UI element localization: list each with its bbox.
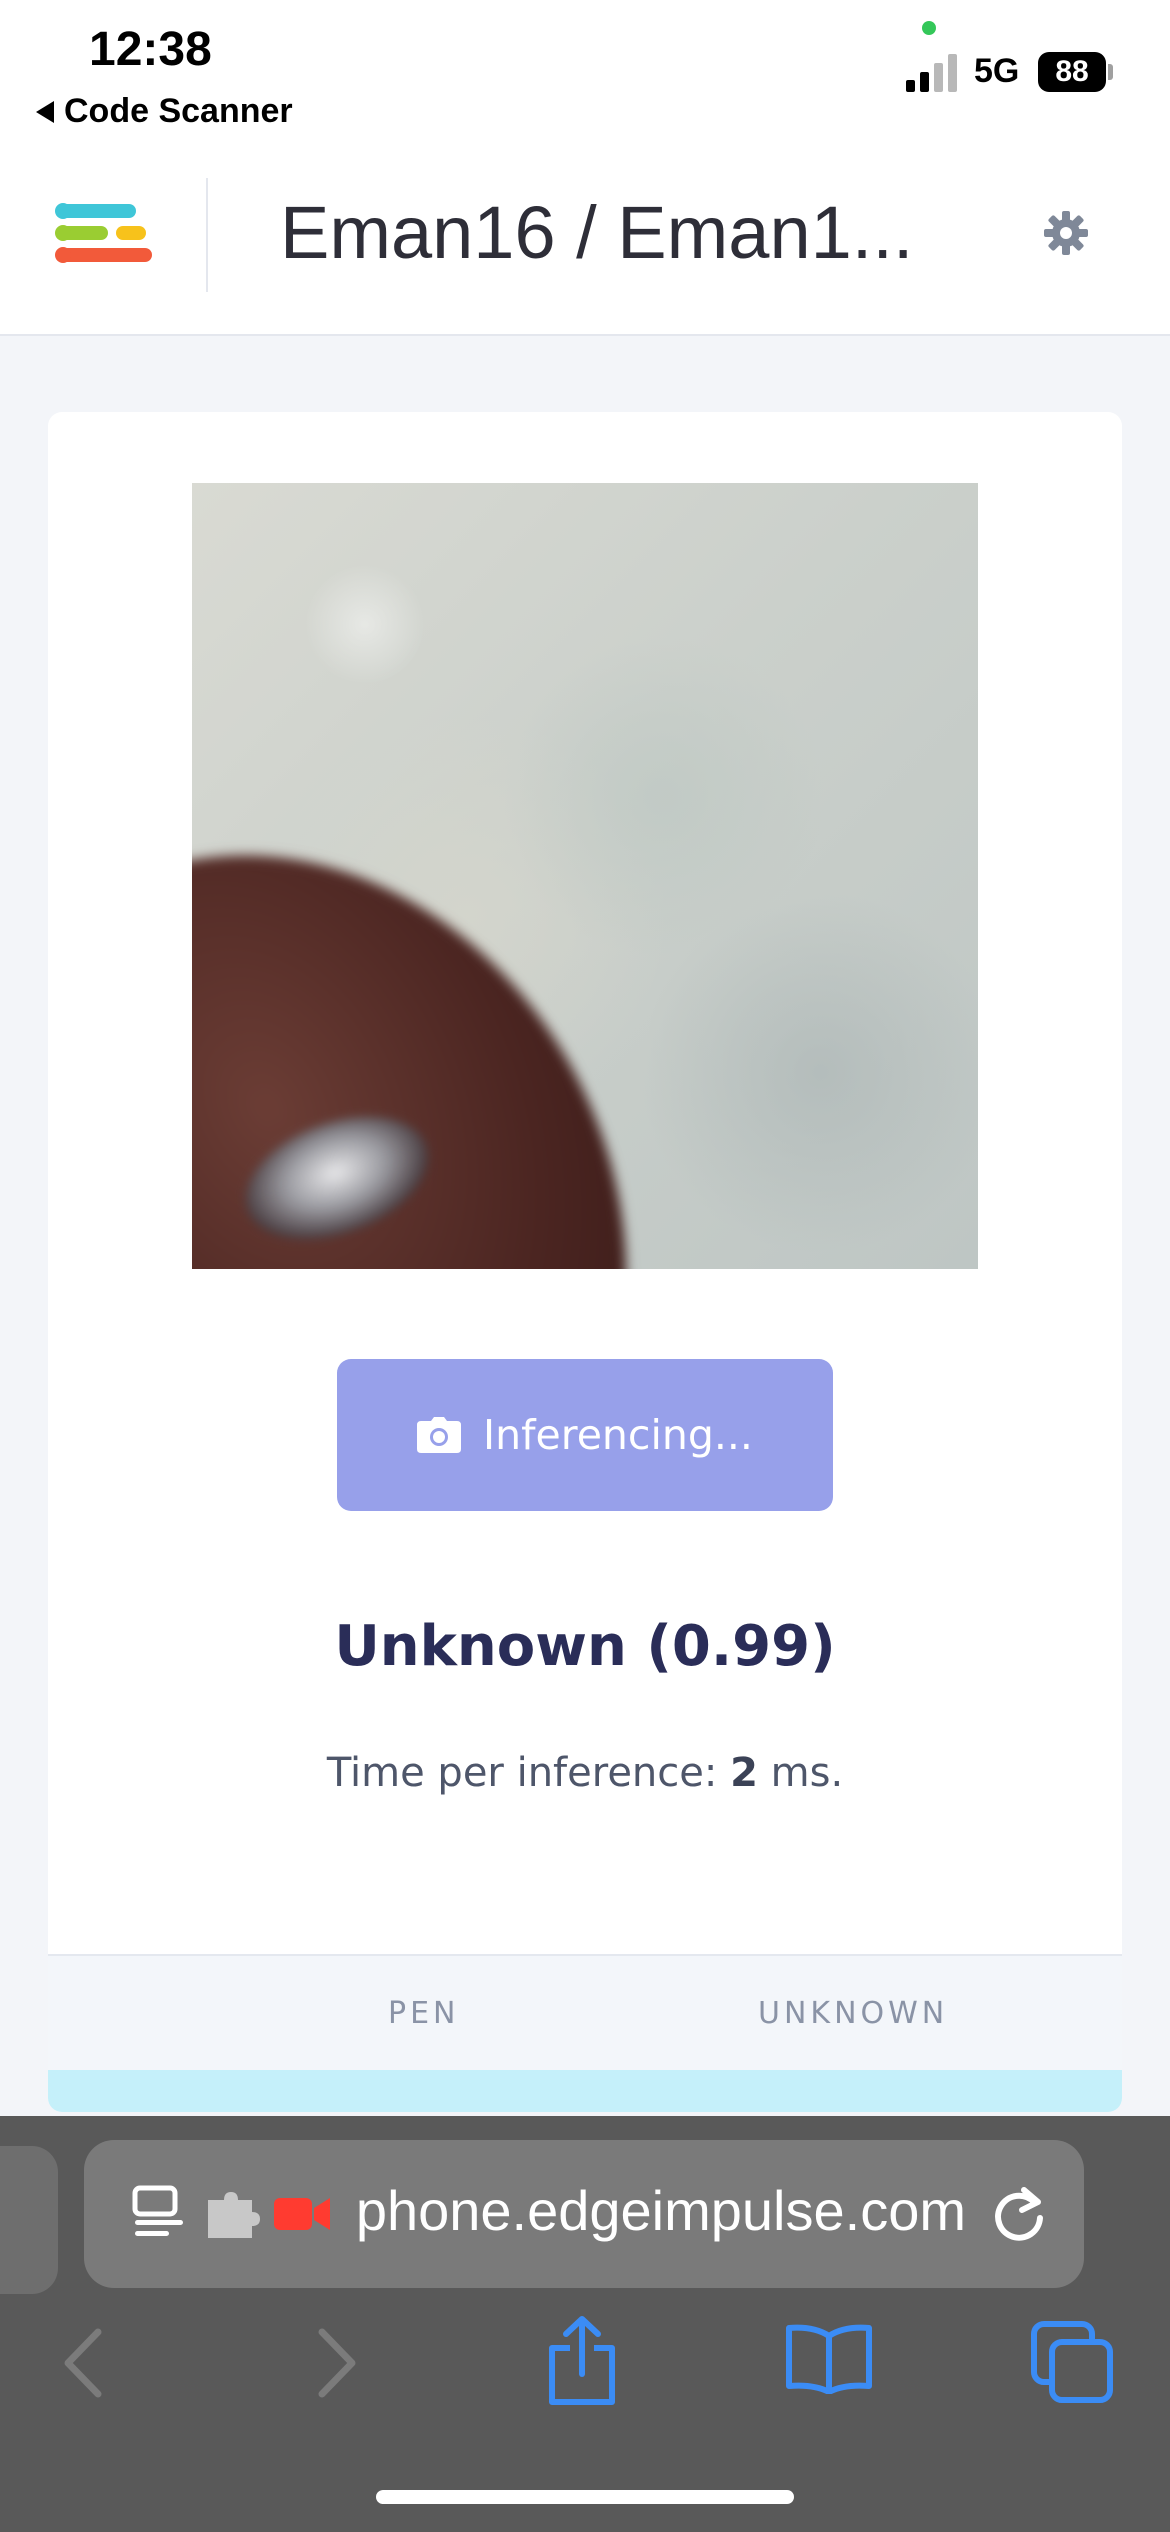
column-header-pen: PEN — [388, 1996, 460, 2031]
status-bar: 12:38 Code Scanner 5G 88 — [0, 0, 1170, 160]
timing-prefix: Time per inference: — [326, 1750, 731, 1796]
status-time: 12:38 — [89, 23, 212, 76]
browser-toolbar: phone.edgeimpulse.com — [0, 2116, 1170, 2532]
back-to-app-button[interactable]: Code Scanner — [36, 92, 293, 131]
timing-suffix: ms. — [757, 1750, 844, 1796]
tabs-overview-icon[interactable] — [1030, 2320, 1116, 2404]
screen-recording-icon — [274, 2198, 330, 2230]
edge-impulse-logo-icon[interactable] — [52, 200, 156, 272]
classifier-card: Inferencing... Unknown (0.99) Time per i… — [48, 412, 1122, 2112]
bookmarks-book-icon[interactable] — [784, 2322, 874, 2394]
battery-level: 88 — [1038, 52, 1106, 92]
url-text: phone.edgeimpulse.com — [355, 2179, 966, 2242]
inferencing-button-label: Inferencing... — [483, 1411, 753, 1459]
camera-preview-image — [192, 483, 978, 1269]
reload-icon[interactable] — [988, 2184, 1050, 2246]
timing-value: 2 — [730, 1750, 758, 1796]
classification-result: Unknown (0.99) — [334, 1614, 836, 1679]
results-table-row — [48, 2070, 1122, 2112]
header-divider — [206, 178, 208, 292]
cellular-signal-icon — [906, 54, 957, 92]
app-header: Eman16 / Eman1... — [0, 160, 1170, 336]
column-header-unknown: UNKNOWN — [758, 1996, 949, 2031]
share-icon[interactable] — [544, 2316, 620, 2406]
project-title: Eman16 / Eman1... — [280, 191, 914, 274]
previous-tab-peek[interactable] — [0, 2146, 58, 2294]
back-app-label: Code Scanner — [64, 92, 293, 130]
back-chevron-icon[interactable] — [58, 2326, 108, 2400]
inference-timing: Time per inference: 2 ms. — [48, 1750, 1122, 1796]
address-bar[interactable]: phone.edgeimpulse.com — [84, 2140, 1084, 2288]
results-table-header: PEN UNKNOWN — [48, 1954, 1122, 2072]
network-type: 5G — [974, 52, 1020, 90]
page-menu-icon[interactable] — [132, 2185, 186, 2239]
back-triangle-icon — [36, 100, 54, 123]
inferencing-button[interactable]: Inferencing... — [337, 1359, 833, 1511]
home-indicator — [376, 2490, 794, 2504]
camera-icon — [417, 1417, 462, 1453]
forward-chevron-icon[interactable] — [312, 2326, 362, 2400]
battery-cap — [1108, 64, 1113, 80]
extension-puzzle-icon[interactable] — [204, 2190, 260, 2240]
privacy-indicator-dot — [922, 21, 936, 35]
settings-gear-icon[interactable] — [1043, 210, 1089, 256]
